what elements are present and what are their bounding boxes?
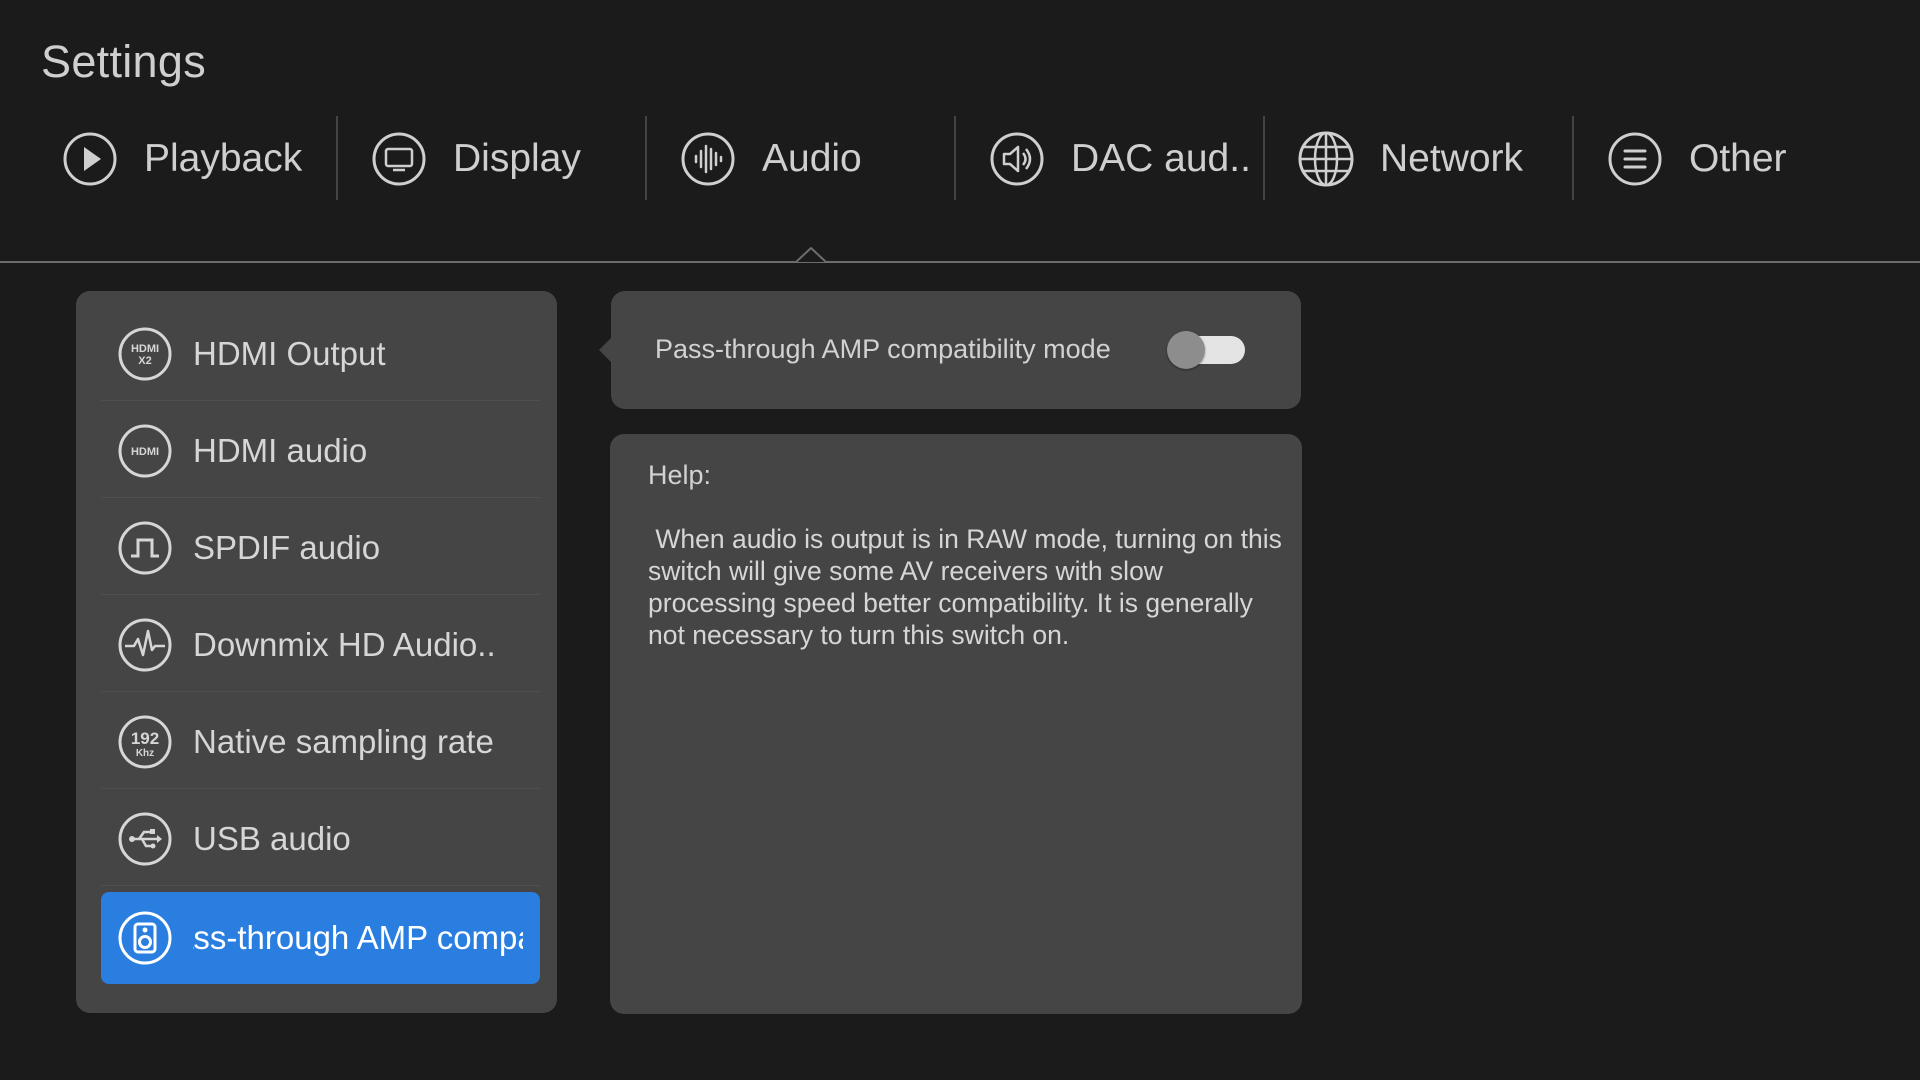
tab-underline-divider: [0, 261, 1920, 263]
play-icon: [62, 131, 118, 187]
globe-icon: [1298, 131, 1354, 187]
list-item-label: Native sampling rate: [193, 723, 494, 760]
192khz-icon: 192 Khz: [117, 714, 173, 770]
settings-tab-bar: Playback Display Audio DAC aud.. Network: [0, 116, 1920, 202]
selected-tab-caret-icon: [796, 247, 826, 263]
tab-dac-audio-label: DAC aud..: [1071, 137, 1251, 180]
list-item-hdmi-audio[interactable]: HDMI HDMI audio: [101, 405, 540, 498]
tab-audio[interactable]: Audio: [618, 116, 927, 202]
list-item-spdif-audio[interactable]: SPDIF audio: [101, 502, 540, 595]
passthrough-amp-toggle-switch[interactable]: [1167, 331, 1245, 369]
tab-playback-label: Playback: [144, 137, 303, 180]
panel-pointer-icon: [599, 338, 611, 362]
list-item-usb-audio[interactable]: USB audio: [101, 793, 540, 886]
tab-other-label: Other: [1689, 137, 1787, 180]
tab-other[interactable]: Other: [1545, 116, 1854, 202]
help-title: Help:: [648, 460, 712, 490]
tab-dac-audio[interactable]: DAC aud..: [927, 116, 1251, 202]
usb-icon: [117, 811, 173, 867]
hdmi-icon: HDMI: [117, 423, 173, 479]
menu-icon: [1607, 131, 1663, 187]
monitor-icon: [371, 131, 427, 187]
audio-settings-list: HDMI X2 HDMI Output HDMI HDMI audio SPDIF…: [76, 291, 557, 1013]
tab-playback[interactable]: Playback: [0, 116, 309, 202]
speaker-icon: [989, 131, 1045, 187]
list-item-label: SPDIF audio: [193, 529, 381, 566]
hdmi-x2-icon: HDMI X2: [117, 326, 173, 382]
list-item-label: USB audio: [193, 820, 351, 857]
spdif-pulse-icon: [117, 520, 173, 576]
list-item-label: Pass-through AMP compatibility mode: [193, 919, 523, 956]
heartbeat-icon: [117, 617, 173, 673]
setting-toggle-panel: Pass-through AMP compatibility mode: [599, 291, 1301, 409]
svg-text:192: 192: [131, 729, 159, 748]
setting-label: Pass-through AMP compatibility mode: [655, 334, 1111, 364]
list-item-label: Downmix HD Audio..: [193, 626, 496, 663]
toggle-knob: [1167, 331, 1205, 369]
amp-speaker-icon: [117, 910, 173, 966]
list-item-downmix-hd-audio[interactable]: Downmix HD Audio..: [101, 599, 540, 692]
tab-network-label: Network: [1380, 137, 1524, 180]
svg-text:HDMI: HDMI: [131, 446, 159, 458]
help-text: When audio is output is in RAW mode, tur…: [648, 524, 1290, 650]
tab-display-label: Display: [453, 137, 581, 180]
help-panel: Help: When audio is output is in RAW mod…: [610, 434, 1302, 1014]
svg-text:HDMI: HDMI: [131, 343, 159, 355]
page-title: Settings: [41, 36, 206, 87]
tab-audio-label: Audio: [762, 137, 862, 180]
tab-network[interactable]: Network: [1236, 116, 1545, 202]
list-item-label: HDMI Output: [193, 335, 386, 372]
list-item-label: HDMI audio: [193, 432, 368, 469]
list-item-native-sampling-rate[interactable]: 192 Khz Native sampling rate: [101, 696, 540, 789]
list-item-passthrough-amp-compatibility[interactable]: Pass-through AMP compatibility mode: [101, 892, 540, 984]
audio-waveform-icon: [680, 131, 736, 187]
svg-text:Khz: Khz: [136, 748, 154, 759]
tab-display[interactable]: Display: [309, 116, 618, 202]
list-item-hdmi-output[interactable]: HDMI X2 HDMI Output: [101, 308, 540, 401]
svg-text:X2: X2: [138, 355, 151, 367]
